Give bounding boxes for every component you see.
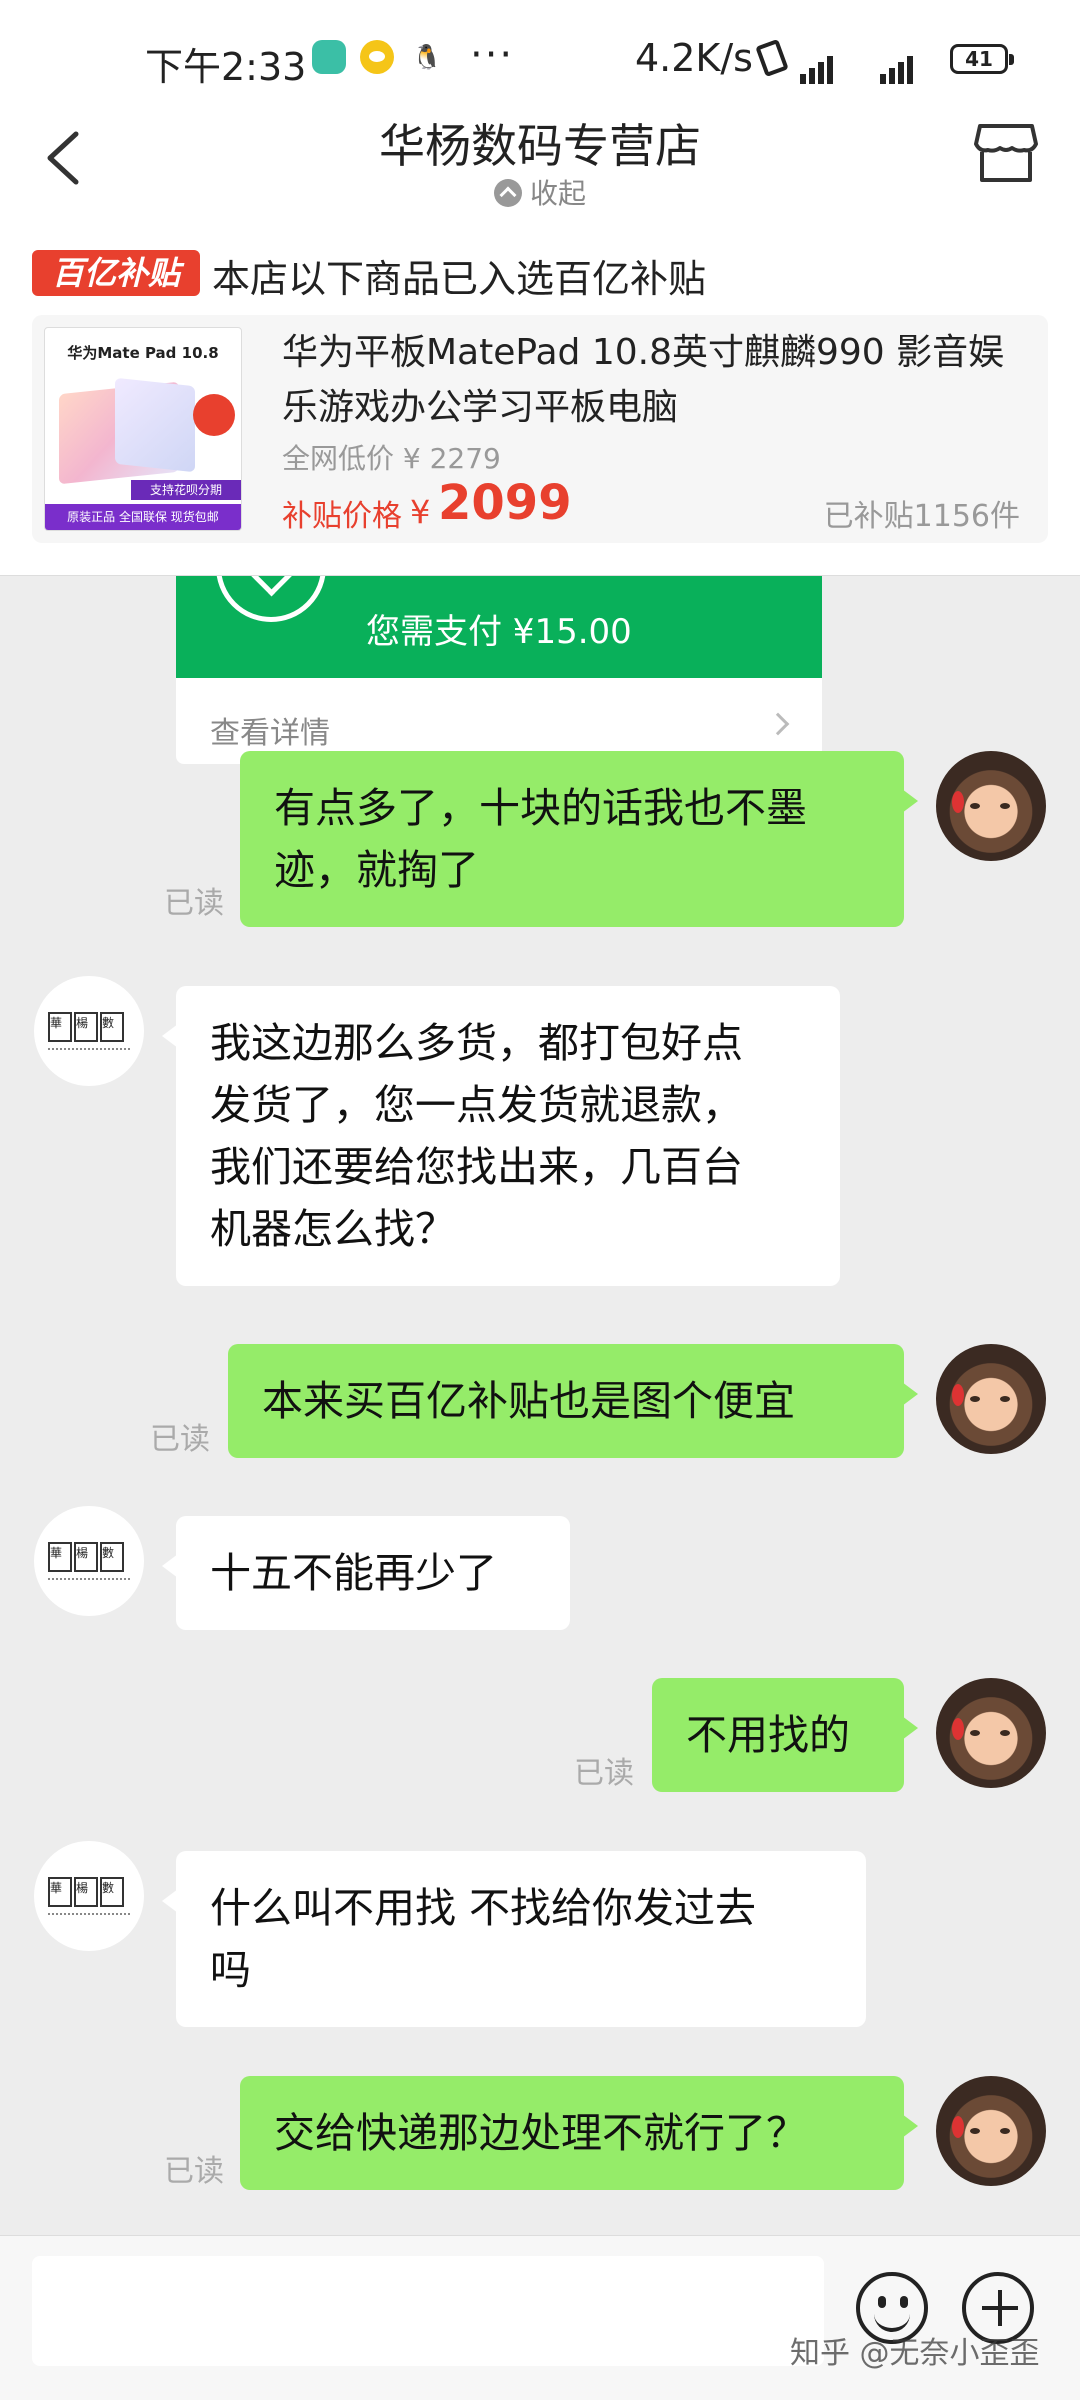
message-input[interactable] bbox=[32, 2256, 824, 2366]
my-avatar[interactable] bbox=[936, 1678, 1046, 1788]
message-bubble-received[interactable]: 十五不能再少了 bbox=[162, 1516, 570, 1630]
shop-logo-subtitle bbox=[48, 1048, 130, 1051]
shop-logo-char: 楊 bbox=[74, 1012, 98, 1042]
shop-logo: 華楊數 bbox=[48, 1012, 130, 1042]
product-thumbnail: 华为Mate Pad 10.8 支持花呗分期 原装正品 全国联保 现货包邮 bbox=[44, 327, 242, 531]
watermark: 知乎 @无奈小歪歪 bbox=[790, 2336, 1040, 2371]
read-receipt: 已读 bbox=[164, 2154, 224, 2189]
status-time: 下午2:33 bbox=[145, 45, 307, 89]
battery-icon: 41 bbox=[950, 44, 1014, 74]
my-avatar[interactable] bbox=[936, 2076, 1046, 2186]
signal-icon-2 bbox=[880, 40, 916, 84]
thumbnail-title: 华为Mate Pad 10.8 bbox=[67, 344, 219, 362]
vibrate-icon bbox=[755, 38, 789, 78]
shop-logo-subtitle bbox=[48, 1578, 130, 1581]
qq-penguin-icon: 🐧 bbox=[410, 40, 444, 74]
subsidy-notice: 本店以下商品已入选百亿补贴 bbox=[212, 257, 707, 301]
product-card[interactable]: 华为Mate Pad 10.8 支持花呗分期 原装正品 全国联保 现货包邮 华为… bbox=[32, 315, 1048, 543]
shop-logo-char: 數 bbox=[100, 1542, 124, 1572]
message-line: 什么叫不用找 不找给你发过去 bbox=[210, 1884, 757, 1932]
thumbnail-installment-tag: 支持花呗分期 bbox=[131, 480, 241, 500]
message-line: 我们还要给您找出来，几百台 bbox=[210, 1143, 743, 1191]
message-line: 交给快递那边处理不就行了？ bbox=[274, 2109, 807, 2157]
subsidy-price-label: 补贴价格 bbox=[282, 499, 402, 534]
shop-logo-char: 華 bbox=[48, 1012, 72, 1042]
subsidy-price-currency: ¥ bbox=[410, 493, 431, 531]
message-notification-icon bbox=[360, 40, 394, 74]
message-line: 发货了，您一点发货就退款， bbox=[210, 1081, 743, 1129]
message-line: 不用找的 bbox=[686, 1711, 850, 1759]
message-bubble-sent[interactable]: 本来买百亿补贴也是图个便宜 bbox=[228, 1344, 918, 1458]
message-line: 机器怎么找？ bbox=[210, 1205, 456, 1253]
payment-amount: 您需支付 ¥15.00 bbox=[366, 612, 632, 652]
more-notifications-icon: ··· bbox=[470, 32, 515, 78]
shop-logo-subtitle bbox=[48, 1913, 130, 1916]
shop-logo-char: 數 bbox=[100, 1012, 124, 1042]
my-avatar[interactable] bbox=[936, 1344, 1046, 1454]
my-avatar[interactable] bbox=[936, 751, 1046, 861]
lowest-price: 全网低价 ¥ 2279 bbox=[282, 442, 501, 475]
shop-title: 华杨数码专营店 bbox=[379, 119, 701, 173]
message-bubble-received[interactable]: 我这边那么多货，都打包好点 发货了，您一点发货就退款， 我们还要给您找出来，几百… bbox=[162, 986, 840, 1286]
chat-messages[interactable]: 您需支付 ¥15.00 查看详情 已读 有点多了，十块的话我也不墨 迹，就掏了 … bbox=[0, 575, 1080, 2235]
promo-burst-icon bbox=[193, 394, 235, 436]
tablet-image-back bbox=[115, 377, 195, 473]
message-bubble-sent[interactable]: 有点多了，十块的话我也不墨 迹，就掏了 bbox=[240, 751, 918, 927]
message-line: 我这边那么多货，都打包好点 bbox=[210, 1019, 743, 1067]
subsidy-badge: 百亿补贴 bbox=[32, 250, 200, 296]
message-line: 十五不能再少了 bbox=[210, 1549, 497, 1597]
message-bubble-sent[interactable]: 不用找的 bbox=[652, 1678, 918, 1792]
status-bar: 下午2:33 🐧 ··· 4.2K/s 41 bbox=[0, 0, 1080, 110]
shop-logo: 華楊數 bbox=[48, 1877, 130, 1907]
read-receipt: 已读 bbox=[150, 1422, 210, 1457]
read-receipt: 已读 bbox=[164, 886, 224, 921]
shop-logo-char: 楊 bbox=[74, 1542, 98, 1572]
subsidy-price: 2099 bbox=[438, 475, 572, 531]
signal-icon bbox=[800, 40, 836, 84]
subsidy-banner: 百亿补贴 本店以下商品已入选百亿补贴 华为Mate Pad 10.8 支持花呗分… bbox=[0, 220, 1080, 575]
message-bubble-sent[interactable]: 交给快递那边处理不就行了？ bbox=[240, 2076, 918, 2190]
product-name: 华为平板MatePad 10.8英寸麒麟990 影音娱乐游戏办公学习平板电脑 bbox=[282, 332, 1005, 428]
shop-avatar[interactable]: 華楊數 bbox=[34, 1506, 144, 1616]
chat-header: 华杨数码专营店 收起 bbox=[0, 110, 1080, 220]
thumbnail-guarantee-tag: 原装正品 全国联保 现货包邮 bbox=[45, 504, 241, 530]
input-bar bbox=[0, 2235, 1080, 2400]
shop-avatar[interactable]: 華楊數 bbox=[34, 1841, 144, 1951]
message-line: 吗 bbox=[210, 1946, 251, 1994]
chevron-up-icon bbox=[493, 179, 522, 207]
message-line: 本来买百亿补贴也是图个便宜 bbox=[262, 1377, 795, 1425]
store-icon[interactable] bbox=[974, 122, 1038, 184]
network-speed: 4.2K/s bbox=[635, 36, 753, 80]
subsidized-count: 已补贴1156件 bbox=[823, 499, 1020, 534]
read-receipt: 已读 bbox=[574, 1756, 634, 1791]
shop-logo-char: 數 bbox=[100, 1877, 124, 1907]
message-bubble-received[interactable]: 什么叫不用找 不找给你发过去 吗 bbox=[162, 1851, 866, 2027]
message-line: 有点多了，十块的话我也不墨 bbox=[274, 784, 807, 832]
collapse-toggle[interactable]: 收起 bbox=[0, 172, 1080, 212]
collapse-label: 收起 bbox=[529, 177, 586, 210]
shop-avatar[interactable]: 華楊數 bbox=[34, 976, 144, 1086]
shop-logo-char: 華 bbox=[48, 1542, 72, 1572]
chevron-right-icon bbox=[766, 712, 790, 736]
shop-logo-char: 楊 bbox=[74, 1877, 98, 1907]
message-line: 迹，就掏了 bbox=[274, 846, 479, 894]
shop-logo-char: 華 bbox=[48, 1877, 72, 1907]
boss-app-icon bbox=[312, 40, 346, 74]
payment-card[interactable]: 您需支付 ¥15.00 查看详情 bbox=[176, 576, 822, 764]
payment-detail-link[interactable]: 查看详情 bbox=[210, 708, 330, 752]
shop-logo: 華楊數 bbox=[48, 1542, 130, 1572]
